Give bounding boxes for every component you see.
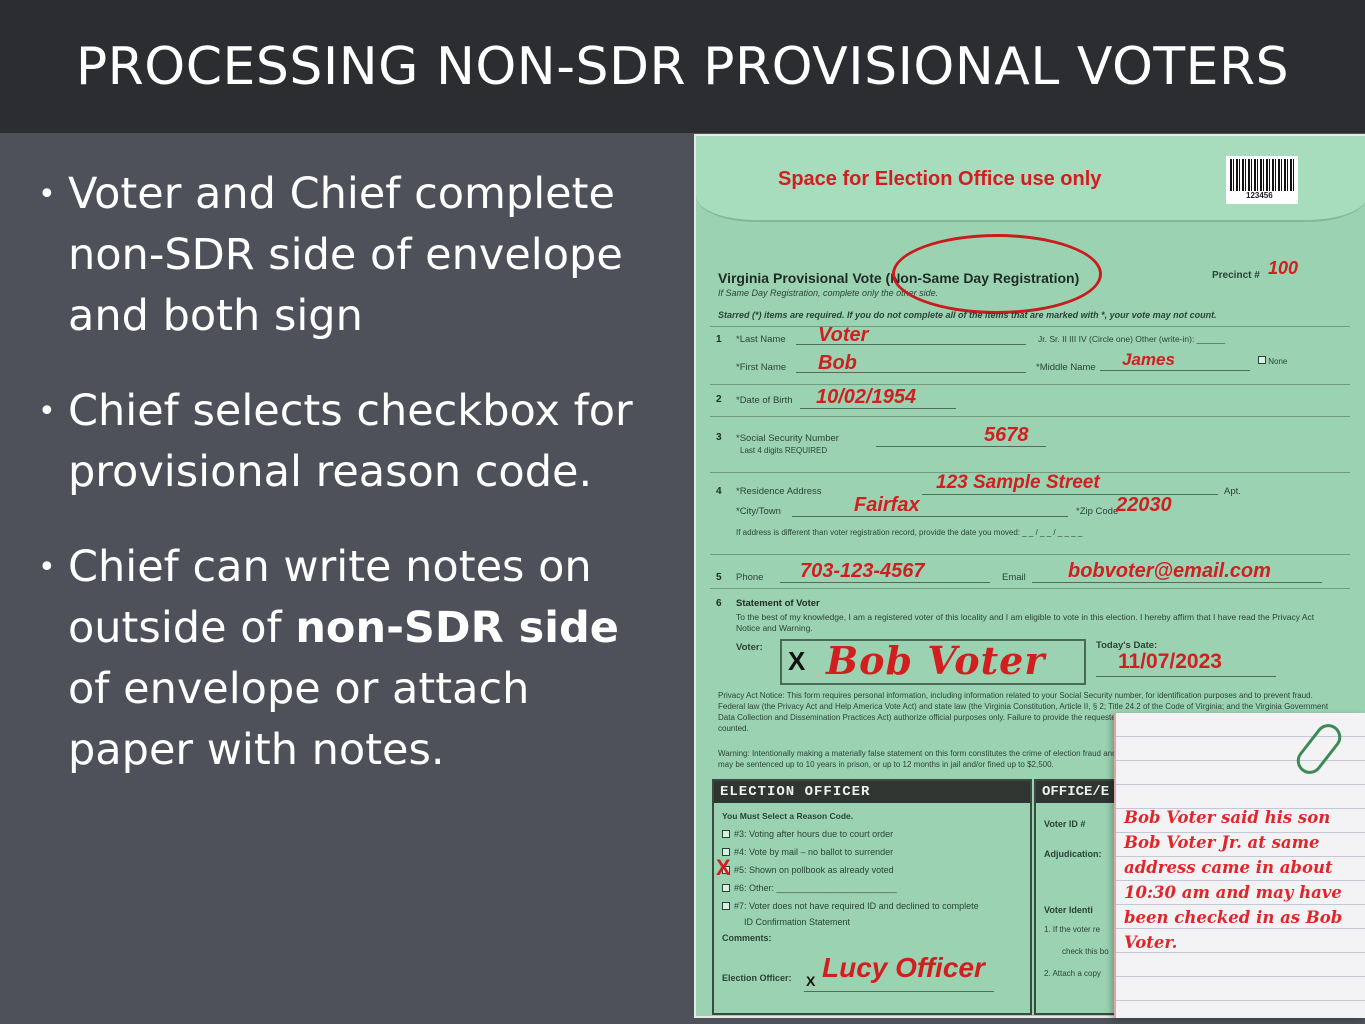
city-label: *City/Town: [736, 506, 781, 517]
city-value: Fairfax: [854, 494, 920, 516]
office-item-1b: check this bo: [1062, 947, 1109, 956]
underline: [796, 372, 1026, 373]
title-bar: PROCESSING NON-SDR PROVISIONAL VOTERS: [0, 0, 1365, 133]
reason-checkbox-5[interactable]: #5: Shown on pollbook as already voted: [722, 865, 894, 875]
checkbox-icon: [722, 884, 730, 892]
dob-value: 10/02/1954: [816, 386, 917, 408]
barcode-number: 123456: [1246, 191, 1273, 200]
zip-label: *Zip Code: [1076, 506, 1119, 517]
officer-signature: Lucy Officer: [822, 952, 985, 983]
apt-label: Apt.: [1224, 486, 1241, 497]
statement-text: To the best of my knowledge, I am a regi…: [736, 612, 1315, 633]
underline: [792, 516, 1068, 517]
address-label: *Residence Address: [736, 486, 822, 497]
office-item-1: 1. If the voter re: [1044, 925, 1101, 934]
today-date-value: 11/07/2023: [1118, 650, 1222, 673]
phone-value: 703-123-4567: [800, 560, 925, 582]
bullet-item: • Voter and Chief complete non-SDR side …: [36, 164, 656, 347]
reason-checkbox-7[interactable]: #7: Voter does not have required ID and …: [722, 901, 979, 911]
row-number: 1: [716, 334, 722, 345]
row-number: 3: [716, 432, 722, 443]
zip-value: 22030: [1116, 494, 1172, 516]
dob-label: *Date of Birth: [736, 395, 793, 406]
underline: [1096, 676, 1276, 677]
highlight-circle: [892, 234, 1102, 314]
paperclip-icon: [1291, 718, 1347, 780]
checkbox-icon: [722, 830, 730, 838]
first-name-label: *First Name: [736, 362, 787, 373]
middle-name-label: *Middle Name: [1036, 362, 1096, 373]
row-number: 4: [716, 486, 722, 497]
reason-7-continued: ID Confirmation Statement: [744, 917, 851, 927]
comments-label: Comments:: [722, 933, 772, 943]
address-value: 123 Sample Street: [936, 472, 1100, 493]
bullet-item: • Chief can write notes on outside of no…: [36, 537, 656, 781]
precinct-value: 100: [1268, 258, 1299, 278]
precinct-label: Precinct #: [1212, 270, 1260, 281]
bullet-dot-icon: •: [38, 177, 56, 212]
row-number: 6: [716, 598, 722, 609]
suffix-label: Jr. Sr. II III IV (Circle one) Other (wr…: [1038, 334, 1226, 344]
underline: [796, 344, 1026, 345]
last-name-label: *Last Name: [736, 334, 786, 345]
adjudication-label: Adjudication:: [1044, 849, 1102, 859]
middle-name-value: James: [1122, 350, 1175, 369]
starred-note: Starred (*) items are required. If you d…: [718, 310, 1217, 320]
phone-label: Phone: [736, 572, 764, 583]
slide-title: PROCESSING NON-SDR PROVISIONAL VOTERS: [75, 36, 1290, 97]
reason-instruction: You Must Select a Reason Code.: [722, 811, 854, 821]
checkbox-icon: [722, 902, 730, 910]
underline: [876, 446, 1046, 447]
note-text: Bob Voter said his son Bob Voter Jr. at …: [1124, 808, 1343, 952]
email-label: Email: [1002, 572, 1026, 583]
bullet-dot-icon: •: [38, 550, 56, 585]
underline: [1100, 370, 1250, 371]
attached-note: Bob Voter said his son Bob Voter Jr. at …: [1114, 713, 1365, 1018]
divider: [710, 416, 1350, 417]
bullet-dot-icon: •: [38, 394, 56, 429]
bullet-item: • Chief selects checkbox for provisional…: [36, 381, 656, 503]
statement-title: Statement of Voter: [736, 598, 820, 609]
ssn-sublabel: Last 4 digits REQUIRED: [740, 446, 828, 455]
bullet-list: • Voter and Chief complete non-SDR side …: [36, 164, 656, 815]
voter-label: Voter:: [736, 642, 763, 653]
voter-id-label: Voter ID #: [1044, 819, 1086, 829]
underline: [804, 991, 994, 992]
barcode: 123456: [1226, 156, 1298, 204]
voter-identification-label: Voter Identi: [1044, 905, 1093, 915]
checkbox-icon: [1258, 356, 1266, 364]
ssn-value: 5678: [984, 424, 1029, 446]
row-number: 2: [716, 394, 722, 405]
bullet-text: Chief selects checkbox for provisional r…: [68, 386, 633, 497]
officer-sign-x: X: [806, 973, 816, 989]
selected-x-mark: X: [716, 855, 731, 880]
ssn-label: *Social Security Number: [736, 433, 839, 444]
bullet-text: Voter and Chief complete non-SDR side of…: [68, 169, 623, 341]
underline: [922, 494, 1218, 495]
bullet-text-bold: non-SDR side: [295, 603, 619, 653]
sign-here-x: X: [788, 646, 806, 676]
barcode-icon: [1230, 159, 1294, 191]
voter-signature: Bob Voter: [826, 638, 1046, 683]
divider: [710, 554, 1350, 555]
underline: [800, 408, 956, 409]
officer-label: Election Officer:: [722, 973, 792, 983]
reason-checkbox-4[interactable]: #4: Vote by mail – no ballot to surrende…: [722, 847, 893, 857]
underline: [1032, 582, 1322, 583]
row-number: 5: [716, 572, 722, 583]
email-value: bobvoter@email.com: [1068, 560, 1271, 582]
bullet-text-end: of envelope or attach paper with notes.: [68, 664, 530, 775]
divider: [710, 588, 1350, 589]
divider: [710, 384, 1350, 385]
underline: [780, 582, 990, 583]
reason-checkbox-6[interactable]: #6: Other: ________________________: [722, 883, 897, 893]
none-checkbox-label: None: [1258, 356, 1287, 366]
reason-checkbox-3[interactable]: #3: Voting after hours due to court orde…: [722, 829, 893, 839]
divider: [710, 326, 1350, 327]
office-item-2: 2. Attach a copy: [1044, 969, 1101, 978]
warning-text: Warning: Intentionally making a material…: [718, 749, 1117, 769]
election-officer-header: ELECTION OFFICER: [714, 781, 1030, 803]
office-use-label: Space for Election Office use only: [778, 168, 1102, 190]
moved-text: If address is different than voter regis…: [736, 528, 1083, 537]
